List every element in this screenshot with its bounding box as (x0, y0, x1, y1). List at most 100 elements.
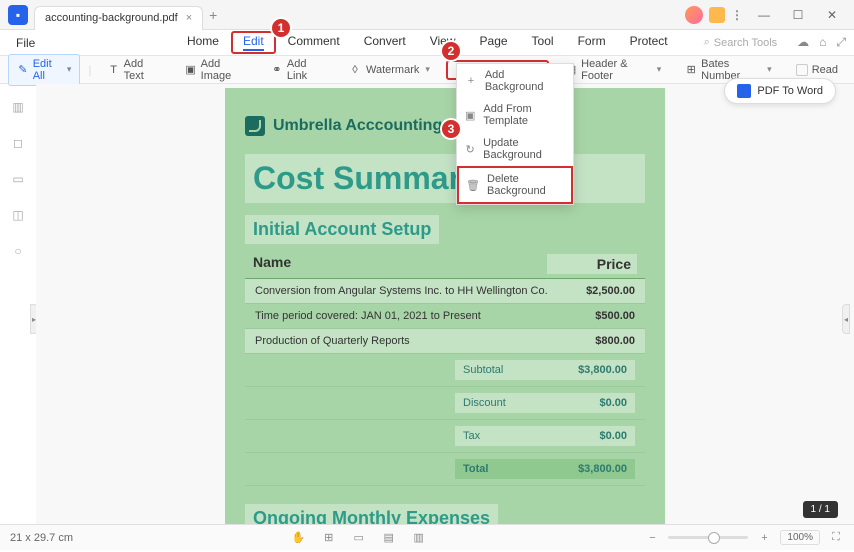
menu-tool[interactable]: Tool (520, 31, 566, 54)
header-footer-label: Header & Footer (581, 58, 651, 82)
table-row: Time period covered: JAN 01, 2021 to Pre… (245, 304, 645, 329)
watermark-label: Watermark (366, 64, 419, 76)
expand-icon[interactable]: ⤢ (836, 35, 846, 50)
section-heading-2: Ongoing Monthly Expenses (245, 504, 498, 524)
watermark-button[interactable]: ◊ Watermark ▾ (340, 60, 438, 80)
edit-all-label: Edit All (33, 58, 61, 82)
menu-convert[interactable]: Convert (352, 31, 418, 54)
thumbnails-icon[interactable]: ▥ (9, 98, 27, 116)
plus-icon: + (465, 75, 477, 87)
summary-row-total: Total $3,800.00 (245, 453, 645, 486)
pdf-to-word-label: PDF To Word (757, 85, 823, 97)
search-placeholder: Search Tools (714, 37, 777, 49)
checkbox-icon (796, 64, 808, 76)
layers-icon[interactable]: ◫ (9, 206, 27, 224)
table-row: Production of Quarterly Reports $800.00 (245, 329, 645, 354)
menu-home[interactable]: Home (175, 31, 231, 54)
callout-2: 2 (440, 40, 462, 62)
file-menu[interactable]: File (8, 34, 43, 52)
menubar: File Home Edit Comment Convert View Page… (0, 30, 854, 56)
fullscreen-icon[interactable]: ⛶ (828, 531, 844, 544)
add-link-button[interactable]: ⚭ Add Link (263, 55, 332, 85)
zoom-in-button[interactable]: + (756, 532, 772, 544)
add-background-label: Add Background (485, 69, 565, 93)
menu-page[interactable]: Page (468, 31, 520, 54)
update-background-item[interactable]: ↻ Update Background (457, 132, 573, 166)
close-icon[interactable]: × (186, 12, 192, 24)
background-dropdown: + Add Background ▣ Add From Template ↻ U… (456, 63, 574, 205)
add-text-button[interactable]: T Add Text (100, 55, 169, 85)
fit-page-icon[interactable]: ▭ (351, 531, 367, 544)
document-page: Umbrella Acccounting Cost Summary Initia… (225, 88, 665, 524)
bookmarks-icon[interactable]: ◻ (9, 134, 27, 152)
menu-protect[interactable]: Protect (618, 31, 680, 54)
cell-name: Time period covered: JAN 01, 2021 to Pre… (255, 310, 555, 322)
chevron-down-icon: ▾ (67, 64, 72, 75)
link-icon: ⚭ (271, 63, 283, 77)
search-panel-icon[interactable]: ○ (9, 242, 27, 260)
zoom-slider[interactable] (668, 536, 748, 539)
add-from-template-item[interactable]: ▣ Add From Template (457, 98, 573, 132)
zoom-value[interactable]: 100% (780, 530, 820, 545)
statusbar: 21 x 29.7 cm ✋ ⊞ ▭ ▤ ▥ − + 100% ⛶ (0, 524, 854, 550)
toolbar: ✎ Edit All ▾ | T Add Text ▣ Add Image ⚭ … (0, 56, 854, 84)
promo-icon[interactable] (685, 6, 703, 24)
col-price-header: Price (547, 254, 637, 274)
summary-label: Tax (455, 426, 555, 446)
attachments-icon[interactable]: ▭ (9, 170, 27, 188)
app-icon: ▪ (8, 5, 28, 25)
add-image-button[interactable]: ▣ Add Image (177, 55, 255, 85)
delete-label: Delete Background (487, 173, 563, 197)
more-icon[interactable]: ⋮ (731, 8, 744, 22)
read-button[interactable]: Read (788, 61, 846, 79)
summary-value: $0.00 (555, 426, 635, 446)
cell-name: Conversion from Angular Systems Inc. to … (255, 285, 555, 297)
minimize-button[interactable]: — (750, 5, 778, 25)
chevron-down-icon: ▾ (657, 64, 662, 75)
add-tab-button[interactable]: + (209, 7, 217, 23)
cell-name: Production of Quarterly Reports (255, 335, 555, 347)
section-heading: Initial Account Setup (245, 215, 439, 244)
fit-width-icon[interactable]: ⊞ (321, 531, 337, 544)
right-collapse-handle[interactable]: ◂ (842, 304, 850, 334)
upgrade-icon[interactable] (709, 7, 725, 23)
zoom-out-button[interactable]: − (644, 532, 660, 544)
titlebar: ▪ accounting-background.pdf × + ⋮ — ☐ ✕ (0, 0, 854, 30)
trash-icon: 🗑 (467, 179, 479, 191)
chevron-down-icon: ▾ (767, 64, 772, 75)
cloud-icon[interactable]: ☁ (797, 35, 809, 50)
edit-icon: ✎ (17, 63, 29, 77)
view-mode-icon[interactable]: ▤ (381, 531, 397, 544)
pdf-to-word-button[interactable]: PDF To Word (724, 78, 836, 104)
canvas: Umbrella Acccounting Cost Summary Initia… (36, 84, 854, 524)
word-icon (737, 84, 751, 98)
add-image-label: Add Image (201, 58, 247, 82)
callout-1: 1 (270, 17, 292, 39)
table-row: Conversion from Angular Systems Inc. to … (245, 279, 645, 304)
workspace: ▥ ◻ ▭ ◫ ○ ▸ Umbrella Acccounting Cost Su… (0, 84, 854, 524)
table-header: Name Price (245, 250, 645, 279)
two-page-icon[interactable]: ▥ (411, 531, 427, 544)
menu-edit[interactable]: Edit (231, 31, 276, 54)
summary-value: $3,800.00 (555, 360, 635, 380)
search-tools[interactable]: ⌕ Search Tools (704, 36, 778, 49)
home-icon[interactable]: ⌂ (819, 35, 826, 50)
page-indicator[interactable]: 1 / 1 (803, 501, 838, 518)
summary-value: $0.00 (555, 393, 635, 413)
document-tab[interactable]: accounting-background.pdf × (34, 6, 203, 30)
add-background-item[interactable]: + Add Background (457, 64, 573, 98)
summary-value: $3,800.00 (555, 459, 635, 479)
edit-all-button[interactable]: ✎ Edit All ▾ (8, 54, 80, 86)
cell-price: $800.00 (555, 335, 635, 347)
menu-form[interactable]: Form (566, 31, 618, 54)
close-button[interactable]: ✕ (818, 5, 846, 25)
search-icon: ⌕ (704, 36, 710, 49)
summary-label: Discount (455, 393, 555, 413)
template-label: Add From Template (483, 103, 565, 127)
hand-tool-icon[interactable]: ✋ (291, 531, 307, 544)
maximize-button[interactable]: ☐ (784, 5, 812, 25)
delete-background-item[interactable]: 🗑 Delete Background (457, 166, 573, 204)
col-name-header: Name (253, 254, 547, 274)
add-link-label: Add Link (287, 58, 324, 82)
text-icon: T (108, 63, 120, 77)
